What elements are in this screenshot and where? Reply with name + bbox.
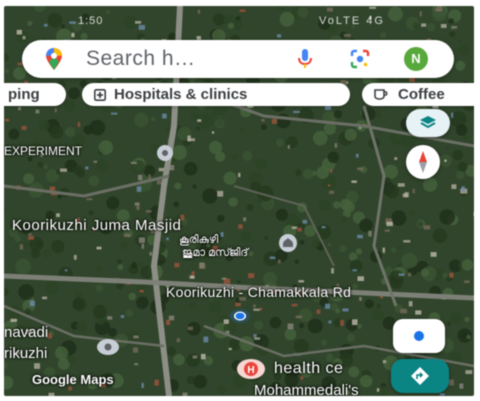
current-location-dot: [229, 308, 251, 329]
coffee-icon: [374, 89, 388, 100]
place-label-ikuzhi[interactable]: rikuzhi: [4, 345, 47, 362]
place-label-health-centre[interactable]: health ce: [274, 360, 343, 378]
search-bar[interactable]: Search h… N: [22, 40, 454, 78]
place-label-masjid[interactable]: Koorikuzhi Juma Masjid: [12, 217, 181, 234]
directions-button[interactable]: [391, 359, 449, 393]
google-lens-icon[interactable]: [350, 49, 370, 69]
chip-shopping[interactable]: ping: [4, 83, 66, 106]
svg-text:H: H: [247, 365, 254, 376]
status-icons: VoLTE 4G: [319, 15, 385, 27]
location-icon: [414, 331, 424, 341]
map-frame: 1:50 VoLTE 4G Search h… N ping Hospitals…: [4, 6, 474, 396]
layers-icon: [420, 116, 436, 129]
directions-icon: [411, 367, 429, 385]
place-label-masjid-local-1: കൂരികുഴി: [179, 234, 219, 246]
status-time: 1:50: [78, 15, 104, 27]
hospital-icon: [94, 89, 106, 101]
road-label: Koorikuzhi - Chamakkala Rd: [166, 284, 352, 300]
chip-coffee-label: Coffee: [398, 86, 445, 103]
chip-hospitals-label: Hospitals & clinics: [114, 86, 248, 103]
chip-shopping-label: ping: [8, 86, 40, 103]
place-label-vadi[interactable]: navadi: [4, 324, 48, 341]
google-maps-attribution: Google Maps: [32, 372, 114, 387]
mosque-pin-icon[interactable]: [278, 233, 298, 253]
google-maps-pin-icon: [46, 48, 62, 70]
experiment-pin-icon[interactable]: [156, 144, 174, 162]
chip-coffee[interactable]: Coffee: [362, 83, 474, 106]
search-input[interactable]: Search h…: [86, 47, 196, 71]
hospital-pin-icon[interactable]: H: [236, 358, 266, 380]
chip-hospitals-clinics[interactable]: Hospitals & clinics: [82, 83, 350, 106]
place-label-masjid-local-2: ജുമാ മസ്ജിദ്: [182, 247, 249, 259]
place-label-mohammedali[interactable]: Mohammedali's: [254, 382, 359, 396]
compass-icon: [419, 151, 427, 173]
my-location-button[interactable]: [393, 319, 445, 353]
mic-icon[interactable]: [298, 49, 312, 69]
place-label-experiment[interactable]: EXPERIMENT: [4, 144, 82, 158]
avatar[interactable]: N: [404, 47, 428, 71]
layers-button[interactable]: [406, 109, 450, 137]
status-bar: 1:50 VoLTE 4G: [4, 12, 474, 30]
compass-button[interactable]: [406, 145, 440, 179]
category-chips: ping Hospitals & clinics Coffee: [4, 83, 474, 107]
place-pin-icon[interactable]: [96, 338, 120, 356]
